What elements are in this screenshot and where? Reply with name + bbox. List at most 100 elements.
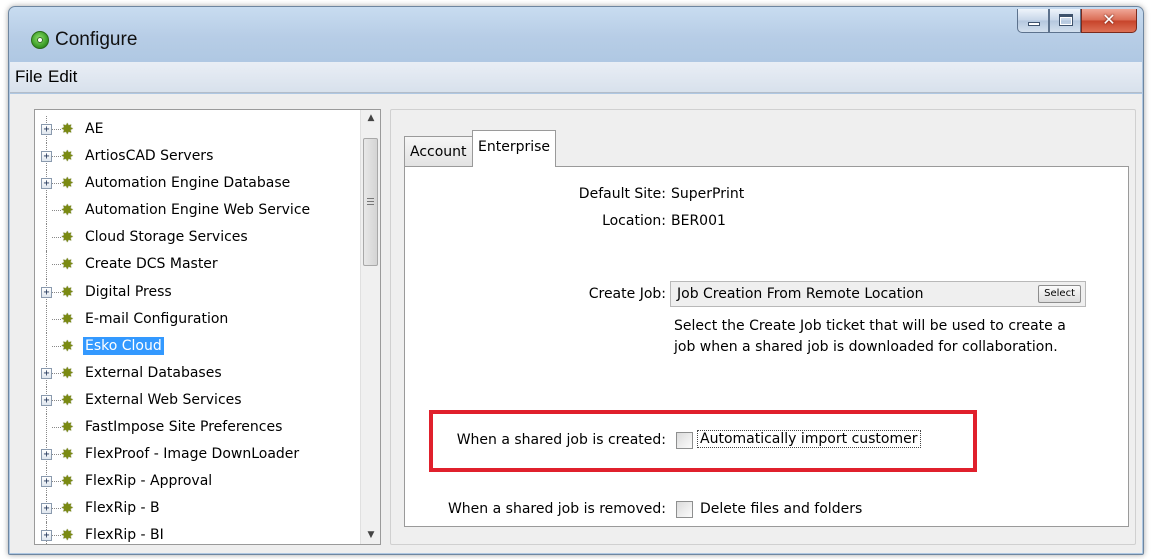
tree-scrollbar[interactable]: ▲ ▼ xyxy=(360,110,380,544)
tree-connector xyxy=(52,535,61,537)
tree-item-label: External Databases xyxy=(85,364,222,381)
menu-file[interactable]: File xyxy=(15,67,42,87)
expand-icon[interactable]: + xyxy=(41,394,52,406)
expand-icon[interactable]: + xyxy=(41,124,52,135)
gear-icon: ✸ xyxy=(61,174,74,193)
tree-item[interactable]: + ✸ External Web Services xyxy=(35,386,360,415)
tree-connector xyxy=(52,454,61,456)
tree-connector xyxy=(52,129,61,130)
menu-bar: File Edit xyxy=(10,62,1142,93)
default-site-label: Default Site: xyxy=(578,186,666,202)
shared-job-removed-label: When a shared job is removed: xyxy=(447,501,666,517)
app-icon xyxy=(31,31,49,49)
tree-item[interactable]: + ✸ FlexRip - Approval xyxy=(35,468,360,496)
tree-item[interactable]: + ✸ FlexProof - Image DownLoader xyxy=(35,441,360,469)
tree-item[interactable]: + ✸ External Databases xyxy=(35,359,360,387)
description-line: Select the Create Job ticket that will b… xyxy=(674,318,1066,334)
close-icon: ✕ xyxy=(1102,10,1116,29)
location-label: Location: xyxy=(602,213,666,229)
enterprise-tab-panel: Default Site: SuperPrint Location: BER00… xyxy=(404,166,1129,527)
title-bar[interactable]: Configure ✕ xyxy=(9,7,1143,62)
tree-item-label: FlexProof - Image DownLoader xyxy=(85,446,300,463)
tree-item[interactable]: + ✸ FlexRip - BI xyxy=(35,522,360,545)
expand-icon[interactable]: + xyxy=(41,476,52,488)
expand-icon[interactable]: + xyxy=(41,151,52,163)
tree-item[interactable]: ✸ Create DCS Master xyxy=(35,251,360,279)
tree-connector xyxy=(52,237,61,239)
gear-icon: ✸ xyxy=(61,390,74,409)
window-controls: ✕ xyxy=(1017,9,1137,35)
tree-item-label: Automation Engine Database xyxy=(85,175,291,192)
tree-connector xyxy=(46,251,47,279)
tree-item-label: Digital Press xyxy=(85,283,172,300)
scroll-up-icon[interactable]: ▲ xyxy=(361,110,380,127)
scroll-thumb[interactable] xyxy=(363,138,378,266)
tree-connector xyxy=(46,224,47,252)
tree-item[interactable]: ✸ Automation Engine Web Service xyxy=(35,197,360,225)
menu-edit[interactable]: Edit xyxy=(48,67,77,87)
tree-connector xyxy=(52,183,61,185)
tree-item-label: FlexRip - BI xyxy=(85,527,164,544)
tab-account[interactable]: Account xyxy=(404,136,473,166)
tree-item-label: Automation Engine Web Service xyxy=(85,202,311,219)
tree-connector xyxy=(52,264,61,266)
expand-icon[interactable]: + xyxy=(41,367,52,379)
expand-icon[interactable]: + xyxy=(41,530,52,542)
tree-connector xyxy=(46,197,47,225)
grip-line xyxy=(367,201,374,202)
gear-icon: ✸ xyxy=(61,309,74,328)
expand-icon[interactable]: + xyxy=(41,286,52,298)
select-button[interactable]: Select xyxy=(1038,285,1081,303)
create-job-description: Select the Create Job ticket that will b… xyxy=(674,316,1066,358)
tree-connector xyxy=(52,481,61,483)
tree-connector xyxy=(46,414,47,442)
close-button[interactable]: ✕ xyxy=(1081,9,1137,33)
tree-item-label: FlexRip - Approval xyxy=(85,473,213,490)
tree-connector xyxy=(52,291,61,293)
tree-connector xyxy=(52,210,61,212)
delete-files-label[interactable]: Delete files and folders xyxy=(700,501,862,517)
grip-line xyxy=(367,198,374,199)
scroll-down-icon[interactable]: ▼ xyxy=(361,527,380,544)
highlight-annotation-box xyxy=(429,410,977,472)
maximize-button[interactable] xyxy=(1049,9,1081,33)
tree-item[interactable]: ✸ FastImpose Site Preferences xyxy=(35,414,360,442)
tree-connector xyxy=(52,508,61,510)
gear-icon: ✸ xyxy=(61,282,74,301)
tree-item[interactable]: + ✸ AE xyxy=(35,116,360,144)
tree-item[interactable]: + ✸ FlexRip - B xyxy=(35,495,360,523)
create-job-field: Job Creation From Remote Location Select xyxy=(670,281,1086,307)
window-title: Configure xyxy=(55,29,138,50)
description-line: job when a shared job is downloaded for … xyxy=(674,339,1058,355)
tree-item[interactable]: ✸ Esko Cloud xyxy=(35,332,360,360)
expand-icon[interactable]: + xyxy=(41,503,52,515)
client-area: + ✸ AE + ✸ ArtiosCAD Servers + ✸ Automation Engi… xyxy=(10,94,1142,553)
delete-files-checkbox[interactable] xyxy=(676,501,693,518)
tree-item-label: AE xyxy=(85,121,104,137)
configuration-tree: + ✸ AE + ✸ ArtiosCAD Servers + ✸ Automation Engi… xyxy=(34,109,381,545)
gear-icon: ✸ xyxy=(61,472,74,491)
configure-window: Configure ✕ File Edit + ✸ AE + ✸ ArtiosCAD Se… xyxy=(8,6,1144,555)
tree-connector xyxy=(52,345,61,347)
tab-enterprise[interactable]: Enterprise xyxy=(472,130,557,167)
tree-item[interactable]: ✸ Cloud Storage Services xyxy=(35,224,360,252)
location-value: BER001 xyxy=(671,213,726,229)
tree-connector xyxy=(46,305,47,333)
gear-icon: ✸ xyxy=(61,255,74,274)
create-job-value: Job Creation From Remote Location xyxy=(677,286,924,302)
gear-icon: ✸ xyxy=(61,228,74,247)
gear-icon: ✸ xyxy=(61,526,74,545)
tree-item[interactable]: ✸ E-mail Configuration xyxy=(35,305,360,333)
settings-panel: Account Enterprise Default Site: SuperPr… xyxy=(390,109,1136,545)
expand-icon[interactable]: + xyxy=(41,178,52,190)
tree-item-label: Cloud Storage Services xyxy=(85,229,248,246)
tree-item[interactable]: + ✸ Digital Press xyxy=(35,278,360,306)
tree-item[interactable]: + ✸ Automation Engine Database xyxy=(35,170,360,198)
minimize-button[interactable] xyxy=(1017,9,1049,33)
tree-item[interactable]: + ✸ ArtiosCAD Servers xyxy=(35,143,360,171)
minimize-icon xyxy=(1028,22,1040,26)
tree-item-label: External Web Services xyxy=(85,391,242,408)
expand-icon[interactable]: + xyxy=(41,449,52,461)
tree-connector xyxy=(52,427,61,429)
tree-connector xyxy=(52,399,61,401)
